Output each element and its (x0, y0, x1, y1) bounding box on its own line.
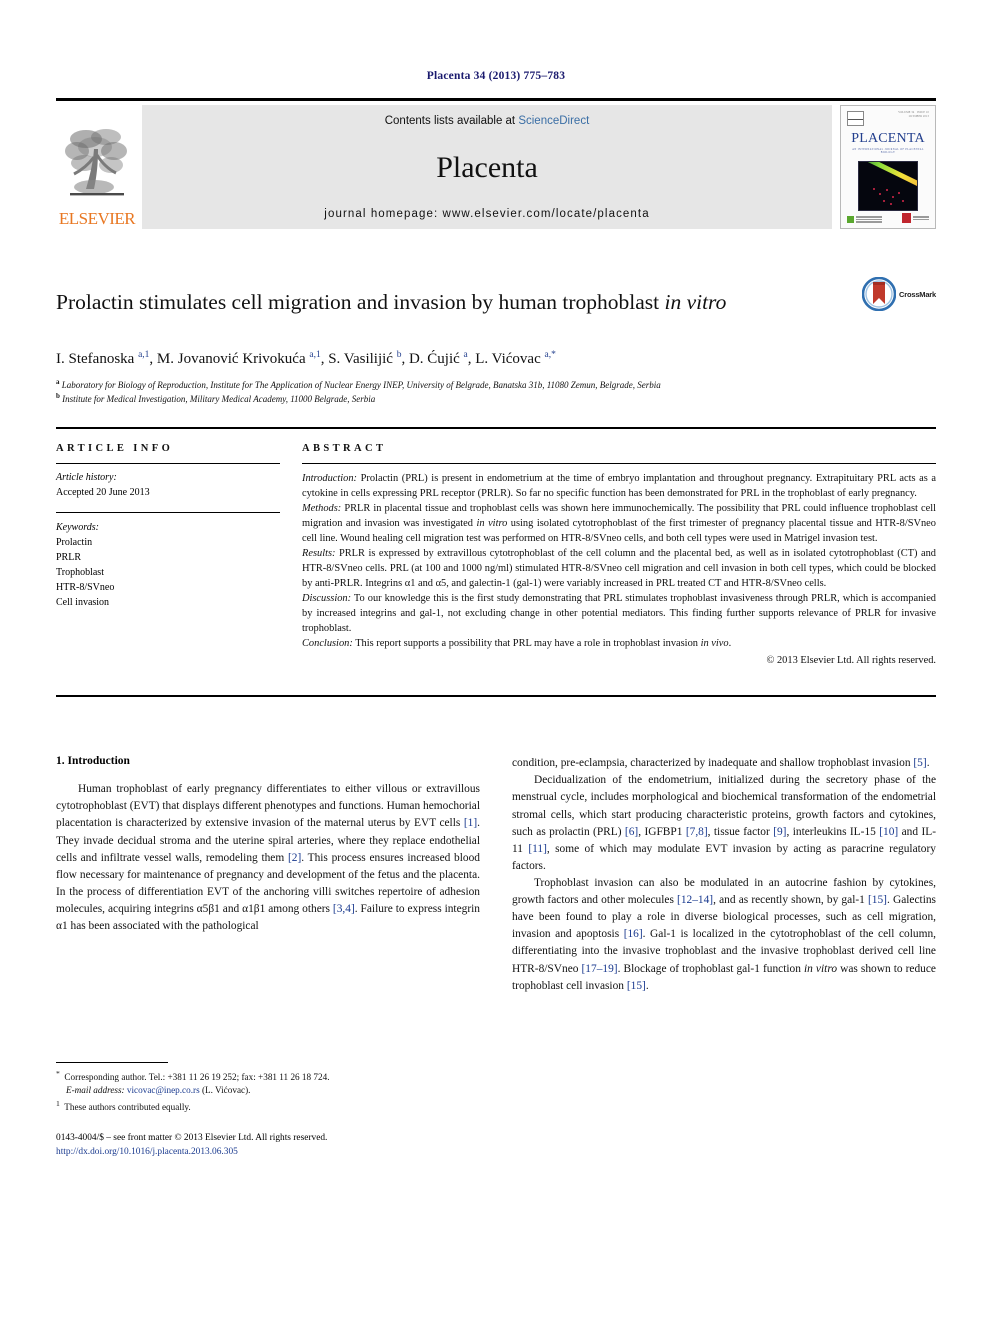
abstract-heading: ABSTRACT (302, 443, 387, 455)
abstract-methods: Methods: PRLR in placental tissue and tr… (302, 502, 936, 547)
affiliation-a-text: Laboratory for Biology of Reproduction, … (61, 379, 661, 390)
abstract-introduction: Introduction: Prolactin (PRL) is present… (302, 472, 936, 502)
article-page: Placenta 34 (2013) 775–783 ELSEVIER Cont… (0, 0, 992, 1323)
title-line-2: in vitro (664, 290, 727, 315)
affiliations: a Laboratory for Biology of Reproduction… (56, 378, 936, 406)
sciencedirect-link[interactable]: ScienceDirect (518, 115, 589, 127)
cover-publisher-mark (847, 216, 882, 223)
crossmark-label: CrossMark (899, 289, 936, 299)
abstract-results-label: Results: (302, 548, 336, 560)
article-info-rule (56, 463, 280, 465)
article-history: Article history: Accepted 20 June 2013 (56, 471, 280, 500)
introduction-paragraph: Human trophoblast of early pregnancy dif… (56, 783, 481, 933)
body-top-rule (56, 695, 936, 698)
abstract-conclusion: Conclusion: This report supports a possi… (302, 637, 936, 652)
journal-cover-thumbnail: VOLUME 34 ISSUE 10 OCTOBER 2013 PLACENTA … (840, 105, 936, 229)
abstract-discussion-label: Discussion: (302, 593, 352, 605)
abstract-conclusion-italic: in vivo (700, 638, 729, 650)
keyword-item: PRLR (56, 552, 82, 564)
keyword-item: Trophoblast (56, 567, 104, 579)
info-top-rule (56, 427, 936, 430)
introduction-paragraph: Decidualization of the endometrium, init… (512, 774, 936, 872)
cover-subtitle: AN INTERNATIONAL JOURNAL OF PLACENTAL BI… (852, 148, 924, 154)
keyword-item: Prolactin (56, 537, 93, 549)
journal-masthead: ELSEVIER Contents lists available at Sci… (56, 98, 936, 229)
footnote-rule (56, 1061, 168, 1063)
author-list: I. Stefanoska a,1, M. Jovanović Krivokuć… (56, 349, 556, 367)
article-info-column: ARTICLE INFO Article history: Accepted 2… (56, 443, 302, 669)
abstract-conclusion-text-1: This report supports a possibility that … (352, 638, 701, 650)
keyword-item: HTR-8/SVneo (56, 582, 115, 594)
keywords-rule (56, 512, 280, 514)
title-line-1: Prolactin stimulates cell migration and … (56, 290, 660, 315)
cover-bottom-row (847, 213, 929, 223)
cover-badge-icon (847, 111, 864, 126)
article-history-value: Accepted 20 June 2013 (56, 486, 150, 498)
title-block: Prolactin stimulates cell migration and … (56, 275, 936, 331)
abstract-results-text: PRLR is expressed by extravillous cytotr… (302, 548, 936, 590)
masthead-center-panel: Contents lists available at ScienceDirec… (142, 105, 832, 229)
abstract-results: Results: PRLR is expressed by extravillo… (302, 547, 936, 592)
keywords-label: Keywords: (56, 522, 99, 534)
keyword-list: Keywords: Prolactin PRLR Trophoblast HTR… (56, 520, 280, 610)
running-head: Placenta 34 (2013) 775–783 (426, 70, 566, 82)
abstract-body: Introduction: Prolactin (PRL) is present… (302, 472, 936, 669)
body-columns: 1. Introduction Human trophoblast of ear… (56, 755, 936, 1157)
introduction-heading: 1. Introduction (56, 755, 130, 768)
elsevier-logo: ELSEVIER (56, 105, 138, 229)
keyword-item: Cell invasion (56, 597, 110, 609)
article-history-label: Article history: (56, 472, 117, 484)
cover-micrograph-image (858, 161, 918, 211)
introduction-paragraph: condition, pre-eclampsia, characterized … (512, 757, 930, 770)
crossmark-icon (862, 277, 897, 311)
abstract-column: ABSTRACT Introduction: Prolactin (PRL) i… (302, 443, 936, 669)
abstract-copyright: © 2013 Elsevier Ltd. All rights reserved… (766, 655, 937, 667)
footnote-equal-contribution: 1 These authors contributed equally. (56, 1098, 191, 1112)
footnote-corresponding-author: * Corresponding author. Tel.: +381 11 26… (56, 1068, 330, 1082)
issn-line: 0143-4004/$ – see front matter © 2013 El… (56, 1132, 328, 1143)
issn-block: 0143-4004/$ – see front matter © 2013 El… (56, 1131, 480, 1159)
body-column-left: 1. Introduction Human trophoblast of ear… (56, 755, 481, 1157)
abstract-introduction-text: Prolactin (PRL) is present in endometriu… (302, 473, 936, 500)
abstract-conclusion-label: Conclusion: (302, 638, 353, 650)
cover-volume-text: VOLUME 34 ISSUE 10 OCTOBER 2013 (898, 111, 929, 118)
abstract-methods-italic: in vitro (476, 518, 508, 530)
affiliation-b-text: Institute for Medical Investigation, Mil… (62, 393, 376, 404)
journal-name: Placenta (436, 150, 538, 184)
affiliation-a: a Laboratory for Biology of Reproduction… (56, 377, 661, 390)
footnotes-block: * Corresponding author. Tel.: +381 11 26… (56, 1061, 480, 1159)
abstract-introduction-label: Introduction: (302, 473, 358, 485)
abstract-conclusion-text-2: . (728, 638, 732, 650)
abstract-discussion-text: To our knowledge this is the first study… (302, 593, 936, 635)
doi-link[interactable]: http://dx.doi.org/10.1016/j.placenta.201… (56, 1145, 480, 1159)
elsevier-wordmark: ELSEVIER (58, 209, 136, 228)
footnote-email: E-mail address: vicovac@inep.co.rs (L. V… (66, 1085, 251, 1096)
info-abstract-row: ARTICLE INFO Article history: Accepted 2… (56, 443, 936, 669)
elsevier-tree-icon (65, 129, 127, 196)
cover-top-row: VOLUME 34 ISSUE 10 OCTOBER 2013 (847, 111, 929, 126)
cover-dots-decoration (859, 162, 917, 210)
abstract-methods-label: Methods: (302, 503, 342, 515)
body-column-right: condition, pre-eclampsia, characterized … (512, 755, 936, 995)
abstract-discussion: Discussion: To our knowledge this is the… (302, 592, 936, 637)
journal-homepage-link[interactable]: journal homepage: www.elsevier.com/locat… (324, 208, 649, 220)
cover-title: PLACENTA (851, 131, 925, 146)
contents-prefix: Contents lists available at (384, 115, 519, 127)
article-info-heading: ARTICLE INFO (56, 443, 174, 455)
contents-available-line: Contents lists available at ScienceDirec… (385, 115, 590, 127)
crossmark-badge[interactable]: CrossMark (862, 275, 936, 311)
affiliation-b: b Institute for Medical Investigation, M… (56, 391, 376, 404)
abstract-rule (302, 463, 936, 465)
introduction-paragraph: Trophoblast invasion can also be modulat… (512, 876, 936, 992)
cover-elsevier-mark (902, 213, 929, 223)
page-title: Prolactin stimulates cell migration and … (56, 289, 862, 316)
